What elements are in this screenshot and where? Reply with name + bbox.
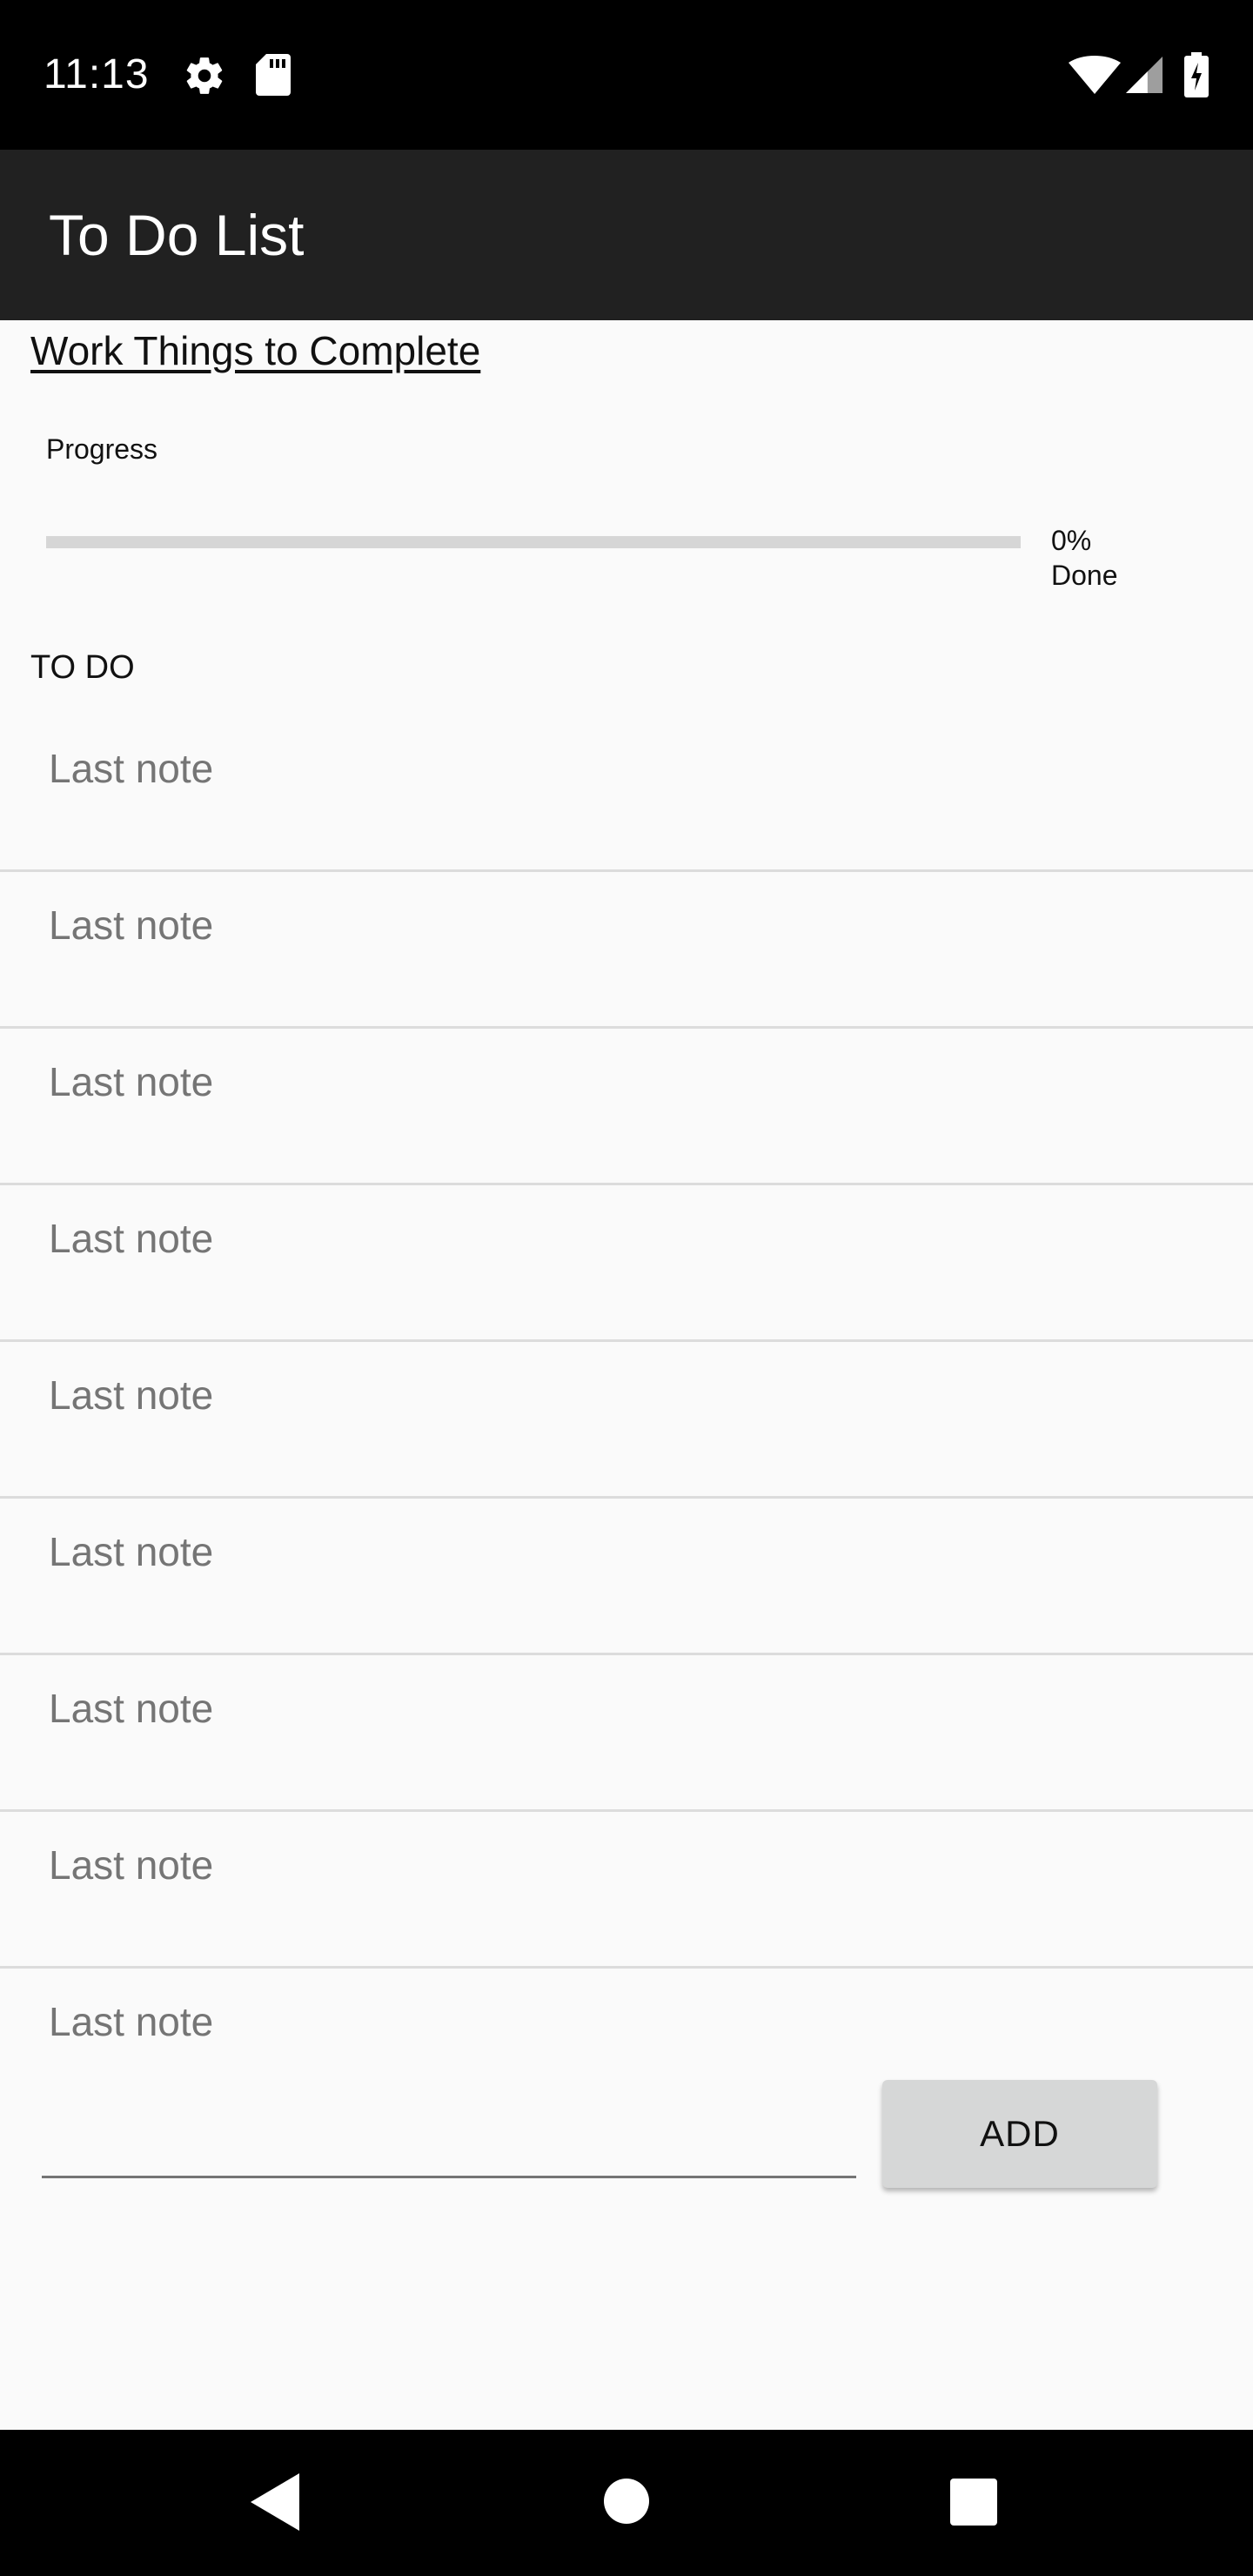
todo-list-item[interactable]: Last note	[0, 872, 1253, 1029]
todo-section-header: TO DO	[30, 649, 135, 686]
todo-list-item[interactable]: Last note	[0, 1342, 1253, 1499]
gear-icon	[186, 57, 223, 94]
todo-item-text: Last note	[49, 1529, 214, 1574]
todo-list-item[interactable]: Last note	[0, 1655, 1253, 1812]
navigation-bar	[0, 2430, 1253, 2576]
todo-list-item[interactable]: Last note	[0, 715, 1253, 872]
todo-item-text: Last note	[49, 1216, 214, 1261]
todo-list: Last note Last note Last note Last note …	[0, 715, 1253, 2125]
todo-list-item[interactable]: Last note	[0, 1812, 1253, 1969]
status-time: 11:13	[44, 51, 150, 97]
progress-percent: 0%	[1051, 525, 1092, 556]
progress-label: Progress	[46, 433, 158, 465]
todo-item-text: Last note	[49, 1842, 214, 1888]
battery-charging-icon	[1184, 52, 1209, 97]
todo-item-text: Last note	[49, 1999, 214, 2044]
back-icon[interactable]	[251, 2473, 299, 2531]
home-icon[interactable]	[604, 2479, 649, 2524]
screen: 11:13 To Do List Work Things to Complete…	[0, 0, 1253, 2576]
wifi-icon	[1069, 56, 1121, 94]
todo-item-text: Last note	[49, 746, 214, 791]
todo-item-text: Last note	[49, 1059, 214, 1104]
todo-item-text: Last note	[49, 1686, 214, 1731]
add-button[interactable]: ADD	[882, 2080, 1157, 2188]
progress-bar	[46, 536, 1021, 548]
todo-list-item[interactable]: Last note	[0, 1029, 1253, 1185]
todo-list-item[interactable]: Last note	[0, 1499, 1253, 1655]
status-bar: 11:13	[0, 0, 1253, 150]
list-title-link[interactable]: Work Things to Complete	[30, 324, 480, 378]
recents-icon[interactable]	[950, 2479, 997, 2526]
signal-icon	[1126, 57, 1163, 93]
todo-item-text: Last note	[49, 1372, 214, 1418]
progress-done-label: Done	[1051, 560, 1118, 591]
app-bar: To Do List	[0, 150, 1253, 320]
todo-list-item[interactable]: Last note	[0, 1185, 1253, 1342]
sd-card-icon	[256, 54, 291, 96]
app-title: To Do List	[49, 203, 305, 267]
todo-item-text: Last note	[49, 902, 214, 948]
new-todo-input[interactable]	[42, 2106, 856, 2178]
